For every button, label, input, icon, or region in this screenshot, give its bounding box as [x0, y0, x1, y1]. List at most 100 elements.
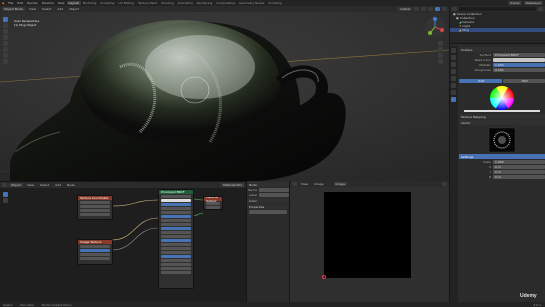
node-header: Texture Coordinate: [78, 196, 112, 200]
scene-tab-icon[interactable]: [451, 69, 456, 74]
image-selector[interactable]: Image: [333, 182, 347, 186]
snap-icon[interactable]: [414, 7, 419, 11]
output-tab-icon[interactable]: [451, 62, 456, 67]
viewport-menu-view[interactable]: View: [27, 7, 38, 11]
zoom-icon[interactable]: [438, 41, 443, 46]
menu-window[interactable]: Window: [40, 1, 56, 5]
tab-texture-paint[interactable]: Texture Paint: [136, 1, 159, 5]
surface-shader-field[interactable]: Principled BSDF: [493, 52, 545, 57]
node-menu-view[interactable]: View: [25, 183, 36, 187]
tab-modeling[interactable]: Modeling: [81, 1, 99, 5]
tab-shading[interactable]: Shading: [159, 1, 175, 5]
outliner-search[interactable]: [459, 7, 536, 11]
move-tool-icon[interactable]: [3, 29, 8, 34]
tool-tab-icon[interactable]: [451, 48, 456, 53]
viewport-scene: [0, 12, 449, 181]
scene-selector[interactable]: Scene: [508, 1, 522, 5]
node-material-output[interactable]: Material Output: [203, 196, 223, 210]
material-selector[interactable]: Material.001: [221, 183, 244, 187]
shading-rendered-icon[interactable]: [442, 7, 447, 11]
color-wheel[interactable]: [459, 83, 545, 113]
location-z-field[interactable]: 0 m: [493, 174, 545, 179]
mesh-icon: ▲: [459, 28, 462, 32]
node-prop-field[interactable]: [249, 209, 287, 214]
viewport-nav-buttons: [438, 41, 443, 65]
measure-tool-icon[interactable]: [3, 59, 8, 64]
image-editor[interactable]: View Image Image: [289, 181, 449, 302]
metallic-field[interactable]: 1.000: [493, 62, 545, 67]
3d-viewport[interactable]: Object Mode View Select Add Object Globa…: [0, 6, 449, 181]
image-canvas[interactable]: [324, 192, 411, 278]
vector-header[interactable]: Vector: [459, 120, 545, 125]
node-name-field[interactable]: [259, 187, 289, 192]
modifier-tab-icon[interactable]: [451, 90, 456, 95]
transform-tool-icon[interactable]: [3, 47, 8, 52]
node-principled-bsdf[interactable]: Principled BSDF: [158, 189, 194, 289]
base-color-row: Base Color: [459, 57, 545, 62]
node-menu-add[interactable]: Add: [53, 183, 63, 187]
navigation-gizmo[interactable]: [424, 16, 446, 38]
node-texture-coordinate[interactable]: Texture Coordinate: [77, 195, 113, 220]
overlay-icon[interactable]: [421, 7, 426, 11]
tab-compositing[interactable]: Compositing: [214, 1, 237, 5]
tab-layout[interactable]: Layout: [66, 1, 81, 5]
texture-preview: [488, 127, 516, 153]
material-tab-icon[interactable]: [451, 97, 456, 102]
transform-orientation[interactable]: Global: [398, 7, 412, 11]
node-label-field[interactable]: [259, 192, 289, 197]
base-color-swatch[interactable]: [493, 57, 545, 62]
node-menu-select[interactable]: Select: [38, 183, 51, 187]
node-color-header[interactable]: Color: [247, 198, 289, 203]
pan-hand-icon[interactable]: [438, 47, 443, 52]
tab-scripting[interactable]: Scripting: [266, 1, 283, 5]
tab-rendering[interactable]: Rendering: [195, 1, 214, 5]
tab-hsv[interactable]: HSV: [502, 78, 545, 83]
scale-field[interactable]: 1.000: [493, 159, 545, 164]
viewport-menu-object[interactable]: Object: [67, 7, 81, 11]
cursor-tool-icon[interactable]: [3, 23, 8, 28]
menu-help[interactable]: Help: [56, 1, 67, 5]
mode-selector[interactable]: Object Mode: [2, 7, 25, 11]
object-tab-icon[interactable]: [451, 83, 456, 88]
menu-render[interactable]: Render: [25, 1, 40, 5]
texture-mapping-header[interactable]: Texture Mapping: [459, 114, 545, 119]
roughness-field[interactable]: 0.100: [493, 67, 545, 72]
viewport-menu-add[interactable]: Add: [55, 7, 65, 11]
shading-solid-icon[interactable]: [428, 7, 433, 11]
filter-icon[interactable]: [538, 7, 543, 11]
location-y-field[interactable]: 0 m: [493, 169, 545, 174]
menu-edit[interactable]: Edit: [15, 1, 25, 5]
rotate-tool-icon[interactable]: [3, 35, 8, 40]
image-menu-view[interactable]: View: [299, 182, 310, 186]
node-image-texture[interactable]: Image Texture: [77, 239, 113, 265]
tab-rgb[interactable]: RGB: [459, 78, 502, 83]
image-display-icon[interactable]: [442, 182, 447, 186]
tab-animation[interactable]: Animation: [176, 1, 195, 5]
image-menu-image[interactable]: Image: [312, 182, 325, 186]
shader-node-editor[interactable]: Object View Select Add Node Material.001…: [0, 181, 246, 302]
viewport-overlay-text: User Perspective (1) Mug Object: [14, 19, 39, 27]
outliner-row-mug[interactable]: ▲ Mug: [450, 28, 545, 32]
image-editor-type-icon[interactable]: [292, 182, 297, 186]
tab-uv-editing[interactable]: UV Editing: [116, 1, 136, 5]
tab-geometry-nodes[interactable]: Geometry Nodes: [237, 1, 266, 5]
annotate-tool-icon[interactable]: [3, 53, 8, 58]
outliner-editor-icon[interactable]: [452, 7, 457, 11]
node-menu-node[interactable]: Node: [65, 183, 77, 187]
viewport-menu-select[interactable]: Select: [40, 7, 53, 11]
node-object-selector[interactable]: Object: [9, 183, 23, 187]
view-layer-selector[interactable]: ViewLayer: [523, 1, 543, 5]
select-box-tool-icon[interactable]: [3, 17, 8, 22]
render-tab-icon[interactable]: [451, 55, 456, 60]
tab-sculpting[interactable]: Sculpting: [98, 1, 116, 5]
scale-tool-icon[interactable]: [3, 41, 8, 46]
camera-view-icon[interactable]: [438, 53, 443, 58]
grid-view-icon[interactable]: [438, 59, 443, 64]
node-editor-type-icon[interactable]: [2, 183, 7, 187]
shading-material-icon[interactable]: [435, 7, 440, 11]
menu-file[interactable]: File: [6, 1, 15, 5]
udemy-watermark: Udemy: [520, 293, 537, 299]
world-tab-icon[interactable]: [451, 76, 456, 81]
location-x-field[interactable]: 0 m: [493, 164, 545, 169]
node-header: Material Output: [204, 197, 222, 203]
